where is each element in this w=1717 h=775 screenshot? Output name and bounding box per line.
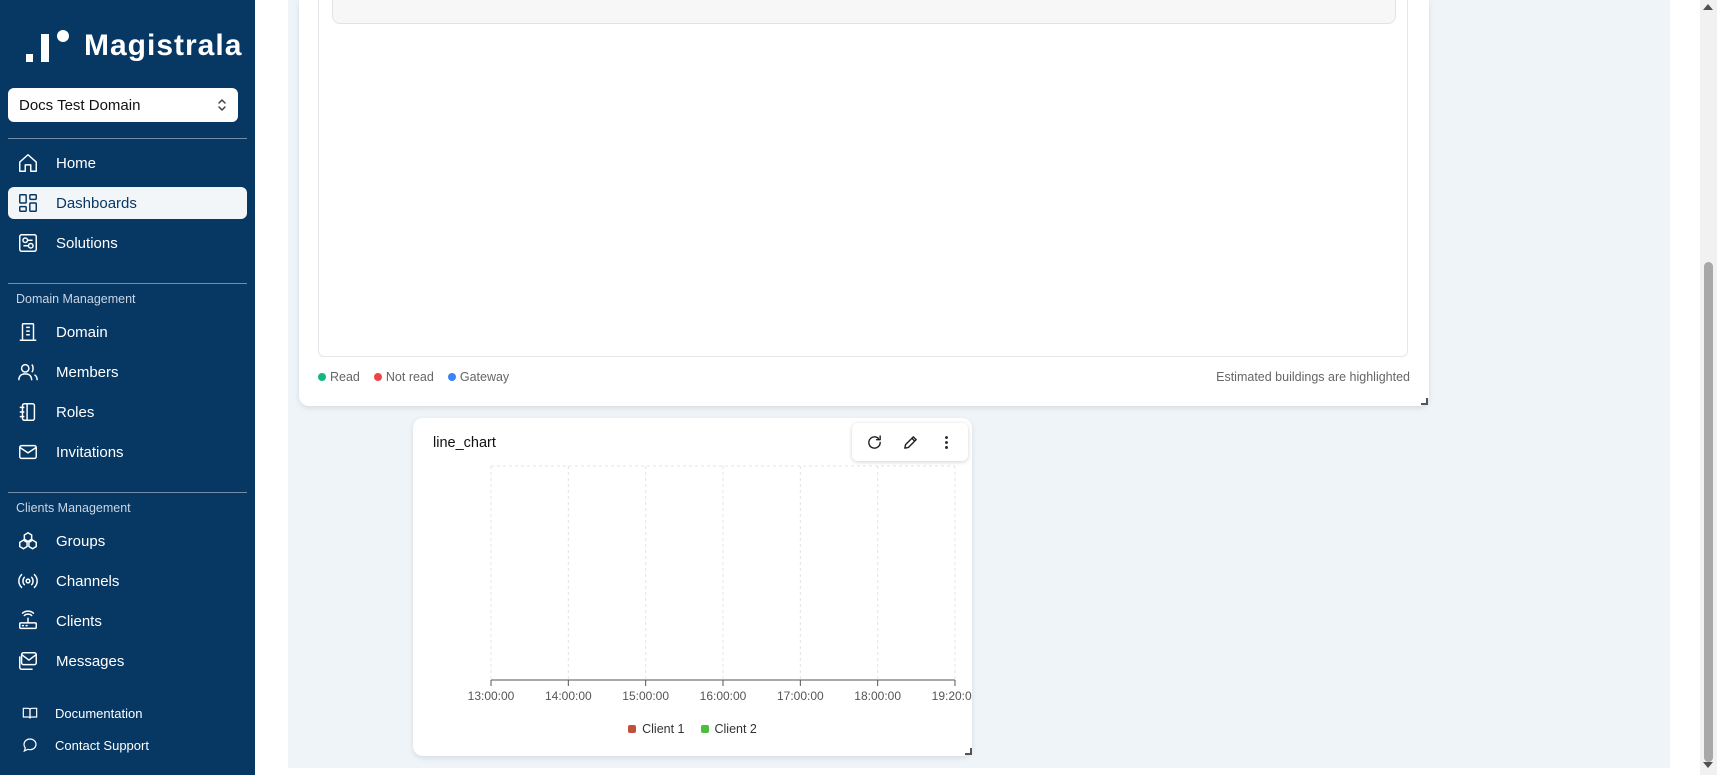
map-legend: Read Not read Gateway xyxy=(318,370,523,384)
dashboard-icon xyxy=(16,191,40,215)
legend-dot xyxy=(373,373,382,381)
sidebar-item-label: Channels xyxy=(56,572,120,590)
x-tick-label: 18:00:00 xyxy=(854,689,901,703)
users-icon xyxy=(16,360,40,384)
radio-icon xyxy=(16,569,40,593)
solutions-icon xyxy=(16,231,40,255)
legend-swatch xyxy=(700,725,709,733)
building-icon xyxy=(16,320,40,344)
sidebar-item-contact-support[interactable]: Contact Support xyxy=(8,732,247,758)
sidebar-divider xyxy=(8,283,247,284)
x-tick-label: 13:00:00 xyxy=(468,689,515,703)
page-footer-strip xyxy=(255,768,1700,775)
resize-handle-icon[interactable] xyxy=(1421,398,1428,405)
sidebar-item-label: Roles xyxy=(56,403,95,421)
chart-legend: Client 1 Client 2 xyxy=(413,722,972,736)
sidebar-item-label: Documentation xyxy=(55,705,143,721)
groups-icon xyxy=(16,529,40,553)
legend-item-client-2[interactable]: Client 2 xyxy=(700,722,757,736)
sidebar-item-groups[interactable]: Groups xyxy=(8,525,247,557)
sidebar-item-members[interactable]: Members xyxy=(8,356,247,388)
domain-selector-value: Docs Test Domain xyxy=(19,96,141,114)
sidebar-item-messages[interactable]: Messages xyxy=(8,645,247,677)
sidebar-item-clients[interactable]: Clients xyxy=(8,605,247,637)
legend-dot xyxy=(447,373,456,381)
book-icon xyxy=(21,704,39,722)
sidebar-item-label: Contact Support xyxy=(55,737,149,753)
sidebar-item-label: Groups xyxy=(56,532,106,550)
app-name: Magistrala xyxy=(84,29,243,62)
app-logo[interactable]: Magistrala xyxy=(26,28,242,64)
scroll-up-arrow-icon[interactable] xyxy=(1703,4,1713,10)
sidebar-item-documentation[interactable]: Documentation xyxy=(8,700,247,726)
sidebar-item-dashboards[interactable]: Dashboards xyxy=(8,187,247,219)
sidebar-item-domain[interactable]: Domain xyxy=(8,316,247,348)
legend-swatch xyxy=(628,725,637,733)
chat-bubble-icon xyxy=(21,736,39,754)
sidebar-divider xyxy=(8,492,247,493)
sidebar-item-home[interactable]: Home xyxy=(8,147,247,179)
legend-label: Client 2 xyxy=(714,722,757,736)
sidebar-item-label: Dashboards xyxy=(56,194,137,212)
x-tick-label: 19:20:00 xyxy=(932,689,972,703)
sidebar-item-label: Invitations xyxy=(56,443,124,461)
x-tick-label: 15:00:00 xyxy=(622,689,669,703)
router-icon xyxy=(16,609,40,633)
sidebar-item-channels[interactable]: Channels xyxy=(8,565,247,597)
map-area[interactable] xyxy=(318,0,1408,357)
legend-item-client-1[interactable]: Client 1 xyxy=(628,722,685,736)
sidebar-item-roles[interactable]: Roles xyxy=(8,396,247,428)
legend-item-not-read: Not read xyxy=(373,370,434,384)
sidebar-item-label: Domain xyxy=(56,323,108,341)
x-tick-label: 17:00:00 xyxy=(777,689,824,703)
map-widget: Read Not read Gateway Estimated building… xyxy=(299,0,1429,406)
resize-handle-icon[interactable] xyxy=(965,748,972,755)
chevron-up-down-icon xyxy=(218,99,226,111)
messages-icon xyxy=(16,649,40,673)
legend-label: Gateway xyxy=(459,370,510,384)
legend-label: Not read xyxy=(385,370,434,384)
mail-icon xyxy=(16,440,40,464)
x-tick-label: 14:00:00 xyxy=(545,689,592,703)
sidebar-item-label: Members xyxy=(56,363,119,381)
sidebar-item-label: Clients xyxy=(56,612,102,630)
sidebar-item-solutions[interactable]: Solutions xyxy=(8,227,247,259)
x-tick-label: 16:00:00 xyxy=(700,689,747,703)
page-scrollbar[interactable] xyxy=(1700,0,1717,775)
legend-label: Read xyxy=(330,370,360,384)
scrollbar-thumb[interactable] xyxy=(1704,262,1713,762)
estimated-buildings-note: Estimated buildings are highlighted xyxy=(1216,370,1410,384)
domain-selector[interactable]: Docs Test Domain xyxy=(8,88,238,122)
line-chart-widget: line_chart 13:00:00 14:00:00 15:00:00 16:00… xyxy=(413,418,972,756)
legend-item-read: Read xyxy=(318,370,360,384)
section-label-domain-management: Domain Management xyxy=(16,292,136,306)
home-icon xyxy=(16,151,40,175)
sidebar-item-invitations[interactable]: Invitations xyxy=(8,436,247,468)
sidebar-divider xyxy=(8,138,247,139)
sidebar-item-label: Solutions xyxy=(56,234,118,252)
sidebar-item-label: Messages xyxy=(56,652,125,670)
scroll-down-arrow-icon[interactable] xyxy=(1703,762,1713,768)
section-label-clients-management: Clients Management xyxy=(16,501,131,515)
legend-label: Client 1 xyxy=(642,722,685,736)
magistrala-logo-icon xyxy=(26,28,72,64)
sidebar-item-label: Home xyxy=(56,154,97,172)
sidebar: Magistrala Docs Test Domain Home Dashboa… xyxy=(0,0,255,775)
notebook-icon xyxy=(16,400,40,424)
legend-dot xyxy=(318,373,326,381)
legend-item-gateway: Gateway xyxy=(447,370,510,384)
line-chart-plot: 13:00:00 14:00:00 15:00:00 16:00:00 17:00:00… xyxy=(468,465,972,703)
map-header-bar xyxy=(332,0,1396,24)
